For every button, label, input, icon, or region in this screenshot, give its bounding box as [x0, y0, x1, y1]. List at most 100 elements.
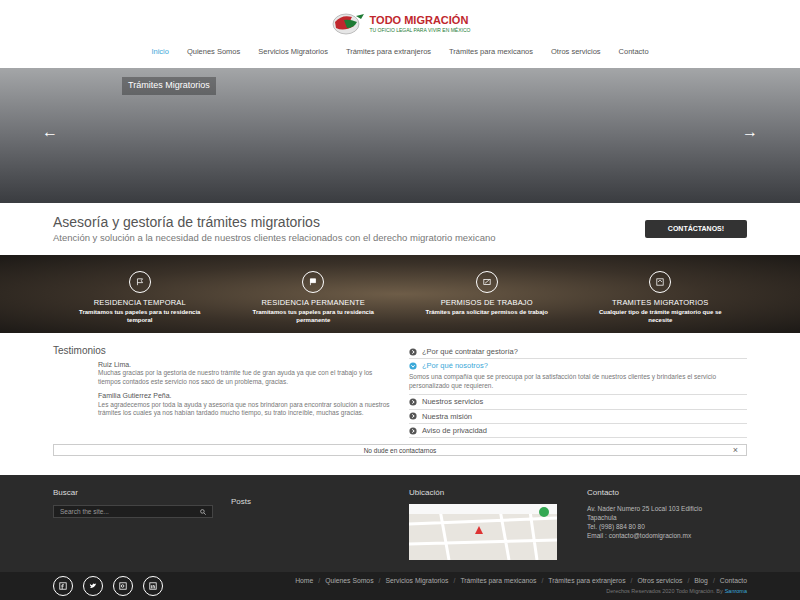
accordion-header[interactable]: Nuestros servicios — [409, 395, 747, 408]
footer: Buscar Posts Ubicación Contacto Av. Nade… — [0, 475, 800, 572]
google-plus-icon[interactable] — [113, 576, 133, 596]
accordion-item: Aviso de privacidad — [409, 424, 747, 438]
feature-text: Trámites para solicitar permisos de trab… — [426, 309, 548, 317]
separator: / — [626, 576, 638, 586]
copyright: Derechos Reservados 2020 Todo Migración.… — [606, 587, 747, 595]
testimonial-list: Ruiz Lima.Muchas gracias por la gestoria… — [53, 361, 393, 419]
intro-subtitle: Atención y solución a la necesidad de nu… — [53, 232, 496, 244]
contact-line: Tel. (998) 884 80 80 — [587, 522, 747, 531]
feature-title: TRAMITES MIGRATORIOS — [612, 297, 708, 308]
content-columns: Testimonios Ruiz Lima.Muchas gracias por… — [53, 345, 747, 438]
logo-text: TODO MIGRACIÓN TU OFICIO LEGAL PARA VIVI… — [370, 15, 471, 33]
bottom-nav: Home/Quienes Somos/Servicios Migratorios… — [295, 576, 747, 586]
contact-line: Av. Nader Numero 25 Local 103 Edificio — [587, 504, 747, 513]
nav-item[interactable]: Trámites para extranjeros — [346, 46, 431, 57]
map-embed[interactable] — [409, 504, 557, 560]
content: Testimonios Ruiz Lima.Muchas gracias por… — [0, 333, 800, 475]
testimonials-title: Testimonios — [53, 345, 393, 358]
contact-bar[interactable]: No dude en contactarnos × — [53, 444, 747, 456]
chevron-right-icon — [409, 398, 417, 406]
slide-caption: Trámites Migratorios — [122, 77, 216, 95]
author-link[interactable]: Sanroma — [725, 587, 747, 595]
separator: / — [313, 576, 325, 586]
chevron-down-icon — [409, 362, 417, 370]
footer-link[interactable]: Trámites para mexicanos — [460, 576, 536, 586]
footer-link[interactable]: Quienes Somos — [325, 576, 373, 586]
hero-slider: Trámites Migratorios ← → — [0, 68, 800, 203]
nav-item[interactable]: Contacto — [619, 46, 649, 57]
accordion: ¿Por qué contratar gestoría? ¿Por qué nos… — [409, 345, 747, 438]
edit-icon — [476, 271, 498, 293]
nav-item[interactable]: Quienes Somos — [187, 46, 240, 57]
prev-slide-button[interactable]: ← — [42, 124, 58, 140]
close-button[interactable]: × — [733, 445, 738, 456]
filled-flag-icon — [302, 271, 324, 293]
copyright-text: Derechos Reservados 2020 Todo Migración.… — [606, 587, 722, 595]
intro-title: Asesoría y gestoría de trámites migrator… — [53, 214, 496, 232]
footer-link[interactable]: Contacto — [720, 576, 747, 586]
footer-link[interactable]: Servicios Migratorios — [385, 576, 448, 586]
footer-link[interactable]: Trámites para extranjeros — [548, 576, 625, 586]
bottom-right: Home/Quienes Somos/Servicios Migratorios… — [295, 576, 747, 595]
features-band: RESIDENCIA TEMPORALTramitamos tus papele… — [0, 255, 800, 333]
testimonial-text: Les agradecemos por toda la ayuda y ases… — [98, 401, 393, 419]
accordion-header[interactable]: Nuestra misión — [409, 410, 747, 423]
feature-text: Cualquier tipo de trámite migratorio que… — [595, 309, 725, 324]
feature-card[interactable]: TRAMITES MIGRATORIOSCualquier tipo de tr… — [574, 255, 748, 333]
separator: / — [682, 576, 694, 586]
testimonials: Testimonios Ruiz Lima.Muchas gracias por… — [53, 345, 393, 438]
footer-link[interactable]: Otros servicios — [637, 576, 682, 586]
separator: / — [449, 576, 461, 586]
footer-posts: Posts — [231, 487, 409, 572]
accordion-item: Nuestra misión — [409, 410, 747, 424]
accordion-label: Aviso de privacidad — [422, 426, 487, 435]
accordion-header[interactable]: Aviso de privacidad — [409, 424, 747, 437]
linkedin-icon[interactable] — [143, 576, 163, 596]
feature-card[interactable]: RESIDENCIA TEMPORALTramitamos tus papele… — [53, 255, 227, 333]
footer-heading: Contacto — [587, 487, 747, 499]
testimonial-name: Ruiz Lima. — [98, 361, 393, 370]
separator: / — [374, 576, 386, 586]
accordion-header[interactable]: ¿Por qué nosotros? — [409, 359, 747, 372]
social-links — [53, 576, 163, 596]
logo-tagline: TU OFICIO LEGAL PARA VIVIR EN MÉXICO — [370, 28, 471, 33]
bottom-bar: Home/Quienes Somos/Servicios Migratorios… — [0, 572, 800, 600]
accordion-header[interactable]: ¿Por qué contratar gestoría? — [409, 345, 747, 358]
contact-line: Email : contacto@todomigracion.mx — [587, 531, 747, 540]
footer-search: Buscar — [53, 487, 231, 572]
feature-text: Tramitamos tus papeles para tu residenci… — [75, 309, 205, 324]
feature-card[interactable]: PERMISOS DE TRABAJOTrámites para solicit… — [400, 255, 574, 333]
footer-link[interactable]: Home — [295, 576, 313, 586]
accordion-item: ¿Por qué nosotros?Somos una compañía que… — [409, 359, 747, 395]
facebook-icon[interactable] — [53, 576, 73, 596]
accordion-label: ¿Por qué contratar gestoría? — [422, 347, 518, 356]
contact-bar-text: No dude en contactarnos — [364, 446, 437, 456]
nav-item[interactable]: Inicio — [151, 46, 169, 57]
chevron-right-icon — [409, 348, 417, 356]
search-field[interactable] — [53, 505, 213, 518]
nav-item[interactable]: Trámites para mexicanos — [449, 46, 533, 57]
nav-item[interactable]: Servicios Migratorios — [258, 46, 328, 57]
upload-icon — [649, 271, 671, 293]
flag-icon — [129, 271, 151, 293]
testimonial: Ruiz Lima.Muchas gracias por la gestoria… — [98, 361, 393, 387]
nav-item[interactable]: Otros servicios — [551, 46, 601, 57]
feature-card[interactable]: RESIDENCIA PERMANENTETramitamos tus pape… — [227, 255, 401, 333]
separator: / — [708, 576, 720, 586]
footer-link[interactable]: Blog — [694, 576, 708, 586]
testimonial-name: Familia Gutierrez Peña. — [98, 392, 393, 401]
intro-text: Asesoría y gestoría de trámites migrator… — [53, 214, 496, 243]
accordion-label: ¿Por qué nosotros? — [422, 361, 488, 370]
testimonial: Familia Gutierrez Peña.Les agradecemos p… — [98, 392, 393, 418]
twitter-icon[interactable] — [83, 576, 103, 596]
chevron-right-icon — [409, 412, 417, 420]
testimonial-text: Muchas gracias por la gestoria de nuestr… — [98, 369, 393, 387]
accordion-item: Nuestros servicios — [409, 395, 747, 409]
search-input[interactable] — [60, 507, 200, 517]
search-icon[interactable] — [200, 509, 206, 515]
contact-button[interactable]: CONTÁCTANOS! — [645, 220, 747, 239]
footer-location: Ubicación — [409, 487, 587, 572]
accordion-label: Nuestra misión — [422, 412, 472, 421]
logo[interactable]: TODO MIGRACIÓN TU OFICIO LEGAL PARA VIVI… — [330, 0, 471, 36]
next-slide-button[interactable]: → — [742, 124, 758, 140]
